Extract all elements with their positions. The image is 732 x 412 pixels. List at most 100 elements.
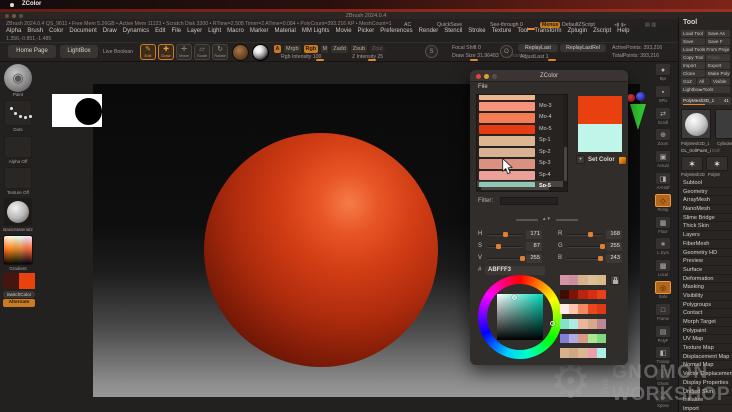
tool-button[interactable]: Save As xyxy=(706,30,730,37)
tool-section-header[interactable]: Unified Skin xyxy=(681,388,732,397)
tool-section-header[interactable]: FiberMesh xyxy=(681,240,732,249)
home-page-button[interactable]: Home Page xyxy=(8,45,56,58)
lightbox-button[interactable]: LightBox xyxy=(60,45,98,58)
tool-section-header[interactable]: Vector Displacement xyxy=(681,370,732,379)
default-zscript-button[interactable]: DefaultZScript xyxy=(562,22,595,28)
tool-section-header[interactable]: ArrayMesh xyxy=(681,196,732,206)
slider-knob[interactable] xyxy=(519,256,525,261)
right-shelf-button[interactable]: ↔ Xpose xyxy=(651,389,675,411)
palette-swatch[interactable] xyxy=(578,333,588,344)
mode-button[interactable]: ▱ Scale xyxy=(194,43,210,60)
tool-button[interactable]: Save xyxy=(681,38,705,45)
tool-section-header[interactable]: Thick Skin xyxy=(681,222,732,232)
tool-section-header[interactable]: Display Properties xyxy=(681,379,732,388)
palette-swatch[interactable] xyxy=(587,319,597,329)
palette-swatch[interactable] xyxy=(596,333,606,344)
brush-sphere-icon[interactable] xyxy=(252,43,269,61)
secondary-color-swatch[interactable] xyxy=(3,273,19,289)
list-vertical-scrollbar[interactable] xyxy=(563,95,567,191)
slider-value[interactable]: 255 xyxy=(526,254,542,263)
right-shelf-button[interactable]: ◇ Persp xyxy=(651,193,675,215)
divider-arrows-icon[interactable]: ◂▮ ▮▸ xyxy=(614,22,626,28)
right-shelf-button[interactable]: ◌ Ghost xyxy=(651,367,675,389)
v-scroll-thumb[interactable] xyxy=(563,147,567,181)
menu-item[interactable]: Picker xyxy=(358,28,375,36)
menu-item[interactable]: Texture xyxy=(492,28,512,36)
slider-value[interactable]: 243 xyxy=(606,254,622,263)
tool-button[interactable]: Export xyxy=(706,62,730,69)
replay-last-rel-button[interactable]: ReplayLastRel xyxy=(560,44,606,52)
hex-input[interactable]: ABFFF3 xyxy=(485,266,545,275)
tool-section-header[interactable]: Layers xyxy=(681,231,732,240)
slider-track[interactable] xyxy=(567,244,605,249)
tool-section-header[interactable]: Normal Map xyxy=(681,361,732,371)
tool-button[interactable]: Lightbox▸Tools xyxy=(681,86,730,93)
menu-item[interactable]: Brush xyxy=(27,28,43,36)
slider-value[interactable]: 171 xyxy=(526,230,542,239)
menu-item[interactable]: Render xyxy=(419,28,439,36)
secondary-color-swatch-zc[interactable] xyxy=(578,124,622,152)
tool-button[interactable]: Load Tools From Proje xyxy=(681,46,730,53)
palette-swatch[interactable] xyxy=(569,304,579,314)
right-shelf-button[interactable]: ▣ Actual xyxy=(651,149,675,171)
mode-button[interactable]: ✚ Draw xyxy=(158,43,174,60)
right-shelf-button[interactable]: ◎ Solo xyxy=(651,280,675,302)
right-shelf-button[interactable]: ⇄ Scroll xyxy=(651,106,675,128)
saturation-value-square[interactable] xyxy=(497,294,543,340)
filter-input[interactable] xyxy=(500,197,558,205)
swatch-row[interactable]: Sp-1 xyxy=(477,135,563,147)
tool-button[interactable]: Import xyxy=(681,62,705,69)
palette-swatch[interactable] xyxy=(578,275,588,285)
palette-swatch[interactable] xyxy=(596,348,606,358)
hsv-slider-row[interactable]: H 171 xyxy=(478,230,544,239)
menu-item[interactable]: Edit xyxy=(155,28,165,36)
slider-track[interactable] xyxy=(487,244,523,249)
palette-swatch[interactable] xyxy=(587,289,597,300)
palette-swatch[interactable] xyxy=(587,333,597,344)
palette-swatch[interactable] xyxy=(569,289,579,300)
switch-color-button[interactable]: SwitchColor xyxy=(3,291,35,298)
right-shelf-button[interactable]: ● Bpr xyxy=(651,62,675,84)
menu-item[interactable]: Zscript xyxy=(593,28,611,36)
texture-picker[interactable] xyxy=(4,167,32,189)
rgb-slider-row[interactable]: G 255 xyxy=(558,242,624,251)
tool-button[interactable]: Copy Tool xyxy=(681,54,705,61)
toggle-chip[interactable]: Zcut xyxy=(370,44,385,53)
slider-knob[interactable] xyxy=(599,244,605,249)
palette-swatch[interactable] xyxy=(569,333,579,344)
hue-marker[interactable] xyxy=(550,321,555,326)
tool-section-header[interactable]: Slime Bridge xyxy=(681,214,732,223)
toggle-chip[interactable]: Zadd xyxy=(331,44,348,53)
right-shelf-button[interactable]: ▩ Local xyxy=(651,258,675,280)
primary-color-swatch[interactable] xyxy=(578,96,622,124)
slider-knob[interactable] xyxy=(587,232,593,237)
toggle-chip[interactable]: Mrgb xyxy=(284,44,301,53)
adjust-last-knob[interactable] xyxy=(548,59,556,61)
live-boolean-toggle[interactable]: Live Boolean xyxy=(103,49,133,55)
swatch-row[interactable]: Sp-4 xyxy=(477,170,563,182)
menu-item[interactable]: Document xyxy=(69,28,96,36)
tool-section-header[interactable]: Subtool xyxy=(681,179,732,188)
rgb-slider-row[interactable]: R 168 xyxy=(558,230,624,239)
brush-picker-paint[interactable]: ◉ xyxy=(4,64,32,92)
toggle-chip[interactable]: M xyxy=(321,44,329,53)
tool-section-header[interactable]: Morph Target xyxy=(681,318,732,327)
menu-item[interactable]: Alpha xyxy=(6,28,21,36)
slider-track[interactable] xyxy=(487,232,523,237)
stroke-picker-dots[interactable] xyxy=(4,100,32,126)
toggle-chip[interactable]: Rgb xyxy=(303,44,319,53)
menu-item[interactable]: File xyxy=(171,28,181,36)
menu-item[interactable]: MM Lights xyxy=(302,28,330,36)
right-shelf-button[interactable]: ▤ PolyF xyxy=(651,324,675,346)
tool-button[interactable]: Paste xyxy=(706,54,730,61)
menu-item[interactable]: Dynamics xyxy=(123,28,149,36)
z-intensity-knob[interactable] xyxy=(368,59,376,61)
gizmo-red-handle[interactable] xyxy=(627,94,635,102)
palette-swatch[interactable] xyxy=(560,289,570,300)
material-thumbnail[interactable] xyxy=(232,43,249,61)
adjust-dial-icon[interactable]: O xyxy=(500,45,513,58)
apple-icon[interactable] xyxy=(10,2,14,7)
menus-toggle-button[interactable]: Menus xyxy=(540,21,561,28)
tool-section-header[interactable]: Polypaint xyxy=(681,327,732,336)
toggle-chip[interactable]: A xyxy=(274,44,281,53)
